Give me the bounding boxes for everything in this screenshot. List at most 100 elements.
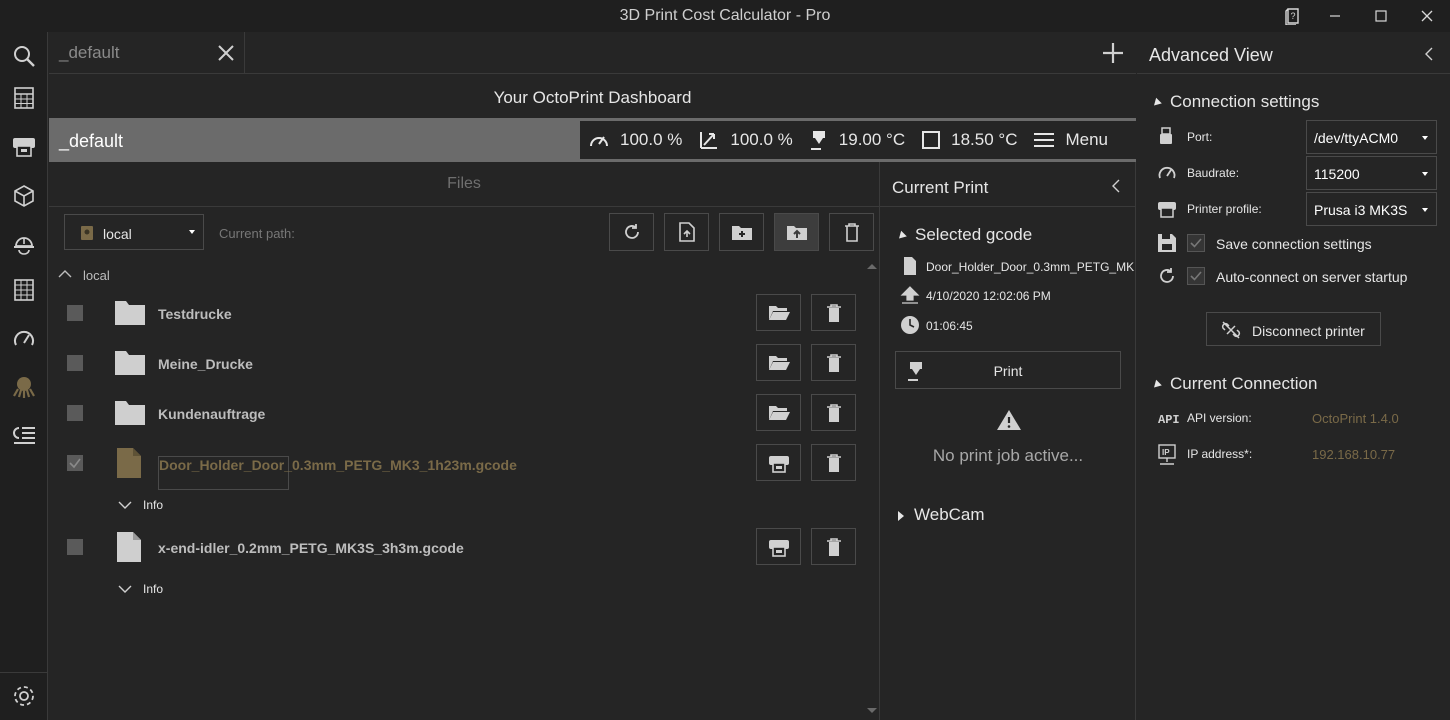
help-book-icon[interactable]: ? xyxy=(1270,0,1316,32)
menu-label: Menu xyxy=(1065,130,1108,149)
printer-icon xyxy=(1157,199,1177,219)
trash-icon xyxy=(826,453,841,472)
chevron-left-icon[interactable] xyxy=(1110,178,1122,194)
row-checkbox[interactable] xyxy=(67,305,83,321)
scroll-up-arrow[interactable] xyxy=(867,264,877,269)
menu-button[interactable]: Menu xyxy=(1033,130,1108,150)
delete-button[interactable] xyxy=(829,213,874,251)
bed-icon xyxy=(921,130,951,150)
print-file-button[interactable] xyxy=(756,444,801,481)
chevron-left-icon[interactable] xyxy=(1423,46,1435,62)
list-item[interactable]: Door_Holder_Door_0.3mm_PETG_MK3_1h23m.gc… xyxy=(49,443,879,490)
worker-helmet-icon[interactable] xyxy=(0,220,48,268)
octoprint-icon[interactable] xyxy=(0,363,48,411)
maximize-icon[interactable] xyxy=(1358,0,1404,32)
gcode-list-icon[interactable] xyxy=(0,410,48,458)
speed-value: 100.0 % xyxy=(620,130,683,149)
save-connection-checkbox[interactable] xyxy=(1187,234,1205,252)
folder-up-button[interactable] xyxy=(774,213,819,251)
row-checkbox-checked[interactable] xyxy=(67,455,83,471)
clock-icon xyxy=(900,315,920,335)
add-tab-icon[interactable] xyxy=(1101,41,1125,65)
delete-item-button[interactable] xyxy=(811,394,856,431)
trash-icon xyxy=(826,537,841,556)
no-print-job-text: No print job active... xyxy=(932,446,1084,465)
delete-item-button[interactable] xyxy=(811,344,856,381)
collapse-triangle-icon xyxy=(1151,97,1162,108)
bed-temp-value: 18.50 °C xyxy=(951,130,1018,149)
upload-file-button[interactable] xyxy=(664,213,709,251)
list-item[interactable]: Meine_Drucke xyxy=(49,343,879,383)
refresh-icon xyxy=(1157,266,1177,286)
close-tab-icon[interactable] xyxy=(217,44,235,62)
collapse-triangle-icon xyxy=(1151,379,1162,390)
refresh-button[interactable] xyxy=(609,213,654,251)
row-checkbox[interactable] xyxy=(67,405,83,421)
settings-gear-icon[interactable] xyxy=(0,672,48,720)
table-grid-icon[interactable] xyxy=(0,266,48,314)
list-item[interactable]: Kundenauftrage xyxy=(49,393,879,433)
flow-rate-icon xyxy=(698,130,730,150)
list-item[interactable]: x-end-idler_0.2mm_PETG_MK3S_3h3m.gcode xyxy=(49,527,879,567)
window-title: 3D Print Cost Calculator - Pro xyxy=(619,7,831,24)
checkmark-icon xyxy=(1190,271,1202,281)
nozzle-temp-value: 19.00 °C xyxy=(838,130,906,149)
disconnect-printer-button[interactable]: Disconnect printer xyxy=(1206,312,1381,346)
list-item[interactable]: Testdrucke xyxy=(49,293,879,333)
selected-gcode-section[interactable]: Selected gcode xyxy=(896,225,1032,245)
delete-item-button[interactable] xyxy=(811,528,856,565)
row-checkbox[interactable] xyxy=(67,355,83,371)
row-checkbox[interactable] xyxy=(67,539,83,555)
section-title: Connection settings xyxy=(1170,92,1320,111)
close-window-icon[interactable] xyxy=(1404,0,1450,32)
nozzle-temp-stat: 19.00 °C xyxy=(809,129,905,151)
speedometer-icon[interactable] xyxy=(0,315,48,363)
port-select[interactable]: /dev/ttyACM0 xyxy=(1306,120,1437,154)
minimize-icon[interactable] xyxy=(1312,0,1358,32)
chevron-down-icon xyxy=(117,499,133,511)
chevron-down-icon xyxy=(189,230,195,234)
folder-icon xyxy=(114,347,146,377)
current-print-header: Current Print xyxy=(880,162,1136,207)
autoconnect-checkbox[interactable] xyxy=(1187,267,1205,285)
storage-value: local xyxy=(103,226,132,242)
printer-profile-select[interactable]: Prusa i3 MK3S xyxy=(1306,192,1437,226)
webcam-section[interactable]: WebCam xyxy=(898,505,985,525)
speed-stat: 100.0 % xyxy=(588,130,682,150)
info-label: Info xyxy=(143,498,164,512)
open-folder-button[interactable] xyxy=(756,394,801,431)
new-folder-button[interactable] xyxy=(719,213,764,251)
file-icon xyxy=(903,256,917,276)
status-stats: 100.0 % 100.0 % 19.00 °C 18.50 °C Menu xyxy=(580,121,1136,159)
advanced-view-panel: Advanced View Connection settings Port: … xyxy=(1137,32,1450,720)
dropdown-arrow-icon xyxy=(1422,172,1428,176)
unlink-icon xyxy=(1221,320,1241,340)
storage-select[interactable]: local xyxy=(64,214,204,250)
print-file-button[interactable] xyxy=(756,528,801,565)
calculator-icon[interactable] xyxy=(0,74,48,122)
gcode-file-icon xyxy=(116,531,142,563)
autoconnect-row: Auto-connect on server startup xyxy=(1137,264,1450,288)
search-icon[interactable] xyxy=(0,32,48,80)
cube-icon[interactable] xyxy=(0,172,48,220)
connection-settings-section[interactable]: Connection settings xyxy=(1151,92,1320,112)
baudrate-select[interactable]: 115200 xyxy=(1306,156,1437,190)
status-bar: _default 100.0 % 100.0 % 19.00 °C 18.50 … xyxy=(49,118,1136,162)
printer-icon[interactable] xyxy=(0,123,48,171)
tab-default[interactable]: _default xyxy=(49,32,245,73)
scroll-down-arrow[interactable] xyxy=(867,708,877,713)
collapse-triangle-icon xyxy=(896,230,907,241)
delete-item-button[interactable] xyxy=(811,294,856,331)
open-folder-button[interactable] xyxy=(756,344,801,381)
current-connection-section[interactable]: Current Connection xyxy=(1151,374,1317,394)
advanced-view-title: Advanced View xyxy=(1149,45,1273,65)
open-folder-button[interactable] xyxy=(756,294,801,331)
delete-item-button[interactable] xyxy=(811,444,856,481)
trash-icon xyxy=(826,403,841,422)
gauge-icon xyxy=(1157,163,1177,183)
item-name: Door_Holder_Door_0.3mm_PETG_MK3_1h23m.gc… xyxy=(158,456,517,490)
current-print-title: Current Print xyxy=(892,178,989,197)
expand-triangle-icon xyxy=(898,510,904,521)
save-connection-row: Save connection settings xyxy=(1137,231,1450,255)
print-button[interactable]: Print xyxy=(895,351,1121,389)
